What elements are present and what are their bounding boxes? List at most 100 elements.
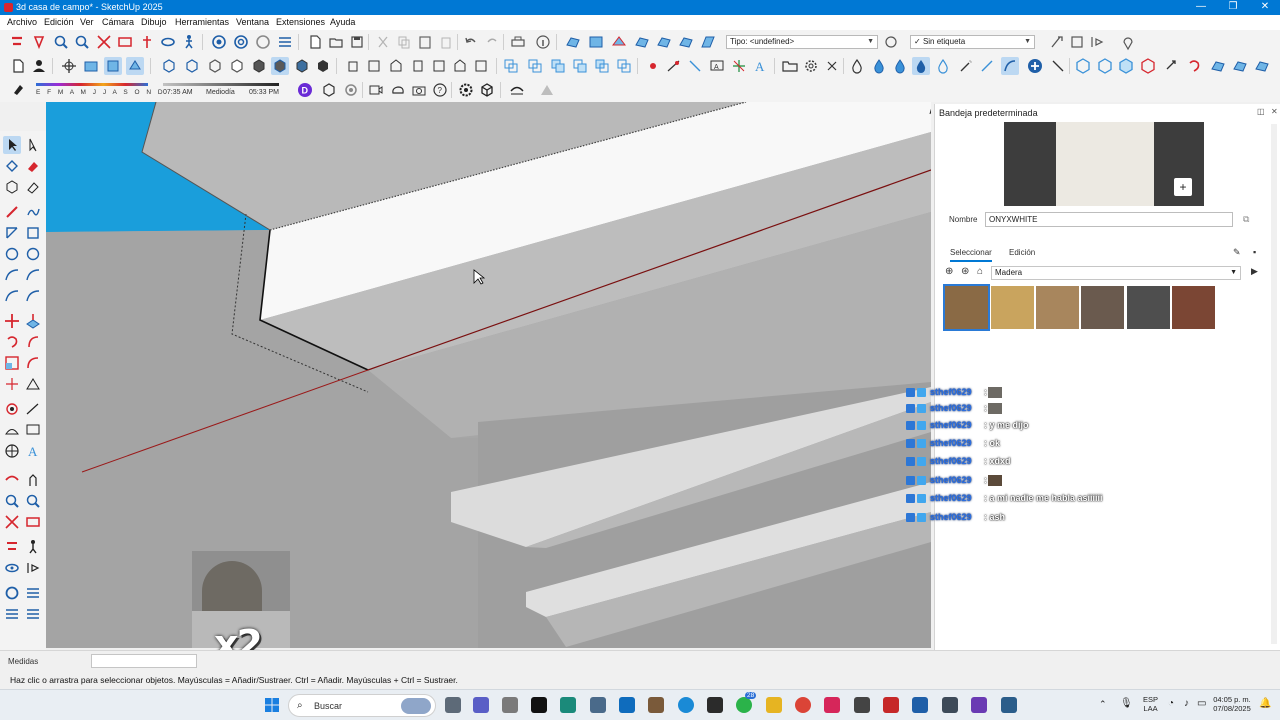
section-icon[interactable] [1088, 33, 1106, 51]
cube-icon[interactable] [478, 81, 496, 99]
file-explorer-icon[interactable] [766, 697, 782, 713]
protractor-icon[interactable] [686, 57, 704, 75]
position-camera-icon[interactable] [138, 33, 156, 51]
close-button[interactable]: ✕ [1248, 0, 1280, 15]
solid-outer-shell-icon[interactable] [502, 57, 520, 75]
drop-fill-icon[interactable] [891, 57, 909, 75]
menu-dibujo[interactable]: Dibujo [141, 17, 167, 27]
edge-icon[interactable] [678, 697, 694, 713]
tiktok-icon[interactable] [531, 697, 547, 713]
freehand-icon[interactable] [24, 203, 42, 221]
material-swatch[interactable] [1127, 286, 1170, 329]
new-file-icon[interactable] [306, 33, 324, 51]
material-name-input[interactable]: ONYXWHITE [985, 212, 1233, 227]
shaded-icon[interactable] [250, 57, 268, 75]
hexagon-red-icon[interactable] [1139, 57, 1157, 75]
cut-icon[interactable] [374, 33, 392, 51]
app-pink-icon[interactable] [824, 697, 840, 713]
push-pull-tool-icon[interactable] [24, 312, 42, 330]
material-swatch[interactable] [943, 284, 990, 331]
component-tool-icon[interactable] [3, 178, 21, 196]
chevron-up-icon[interactable]: ⌃ [1099, 700, 1107, 709]
monochrome-icon[interactable] [293, 57, 311, 75]
pan-tool-icon[interactable] [24, 471, 42, 489]
arc-tool-icon[interactable] [508, 81, 526, 99]
app-green-icon[interactable] [560, 697, 576, 713]
components-icon[interactable] [254, 33, 272, 51]
bottom-view-icon[interactable] [472, 57, 490, 75]
taskbar-search[interactable]: ⌕ Buscar [288, 694, 436, 717]
smoove-icon[interactable] [610, 33, 628, 51]
3d-text-icon[interactable]: A [751, 57, 769, 75]
app-blue-icon[interactable] [590, 697, 606, 713]
measurements-input[interactable] [91, 654, 197, 668]
wireframe-icon[interactable] [206, 57, 224, 75]
sandbox-scratch-tool-icon[interactable] [24, 584, 42, 602]
line-angle-icon[interactable] [978, 57, 996, 75]
move-icon[interactable] [3, 312, 21, 330]
rotate-icon[interactable] [3, 333, 21, 351]
menu-edicion[interactable]: Edición [44, 17, 74, 27]
duplicate-icon[interactable]: ⧉ [1243, 214, 1249, 225]
menu-herramientas[interactable]: Herramientas [175, 17, 229, 27]
maximize-button[interactable]: ❐ [1216, 0, 1250, 15]
arc-icon[interactable] [3, 266, 21, 284]
sandbox-contours-icon[interactable] [564, 33, 582, 51]
user-account-icon[interactable] [30, 57, 48, 75]
details-icon[interactable]: ▪ [1253, 247, 1256, 257]
zoom-extents-tool-icon[interactable] [3, 513, 21, 531]
panel-scrollbar[interactable] [1271, 124, 1277, 644]
app-gear-icon[interactable] [854, 697, 870, 713]
erase-icon[interactable] [437, 33, 455, 51]
library-dropdown[interactable]: Madera ▼ [991, 266, 1241, 280]
sandbox-smoove-tool-icon[interactable] [3, 605, 21, 623]
zoom-extents-icon[interactable] [95, 33, 113, 51]
solid-subtract-icon[interactable] [571, 57, 589, 75]
eraser-icon[interactable] [24, 157, 42, 175]
flip-edge-icon[interactable] [699, 33, 717, 51]
tag-tool-icon[interactable] [1048, 33, 1066, 51]
folder-icon[interactable] [781, 57, 799, 75]
3d-viewport[interactable] [46, 102, 931, 648]
back-icon[interactable]: ⊕ [945, 266, 953, 277]
app-window-icon[interactable] [1001, 697, 1017, 713]
tape-measure-icon[interactable] [665, 57, 683, 75]
axes-icon[interactable] [730, 57, 748, 75]
menu-ayuda[interactable]: Ayuda [330, 17, 355, 27]
library-details-icon[interactable]: ▶ [1251, 266, 1258, 277]
language-indicator[interactable]: ESP LAA [1143, 695, 1158, 713]
menu-ver[interactable]: Ver [80, 17, 94, 27]
flip-icon[interactable] [3, 375, 21, 393]
microphone-icon[interactable]: 🎙 [1120, 699, 1133, 709]
previous-view-icon[interactable] [116, 33, 134, 51]
solid-union-icon[interactable] [549, 57, 567, 75]
outlook-icon[interactable] [619, 697, 635, 713]
curve-tool-icon[interactable] [1001, 57, 1019, 75]
rotate-red-icon[interactable] [1185, 57, 1203, 75]
two-point-arc-icon[interactable] [24, 266, 42, 284]
rectangle-icon[interactable] [3, 224, 21, 242]
drop-active-icon[interactable] [912, 57, 930, 75]
front-view-icon[interactable] [387, 57, 405, 75]
open-file-icon[interactable] [327, 33, 345, 51]
3d-text-tool-icon[interactable]: A [24, 442, 42, 460]
select-tool-icon[interactable] [8, 33, 26, 51]
pencil-line-icon[interactable] [3, 203, 21, 221]
drop-outline-icon[interactable] [848, 57, 866, 75]
look-around-icon[interactable] [159, 33, 177, 51]
paint-bucket-icon[interactable] [3, 157, 21, 175]
text-tool-icon[interactable]: A [708, 57, 726, 75]
undo-icon[interactable] [462, 33, 480, 51]
material-swatch[interactable] [991, 286, 1034, 329]
display-section-cuts-icon[interactable] [126, 57, 144, 75]
drape-icon[interactable] [655, 33, 673, 51]
add-detail-icon[interactable] [677, 33, 695, 51]
forward-icon[interactable]: ⊛ [961, 266, 969, 277]
section-plane-icon[interactable] [60, 57, 78, 75]
app-purple-icon[interactable] [971, 697, 987, 713]
sandbox-grid-1-icon[interactable] [1209, 57, 1227, 75]
menu-extensiones[interactable]: Extensiones [276, 17, 325, 27]
menu-ventana[interactable]: Ventana [236, 17, 269, 27]
save-icon[interactable] [348, 33, 366, 51]
scale-icon[interactable] [3, 354, 21, 372]
